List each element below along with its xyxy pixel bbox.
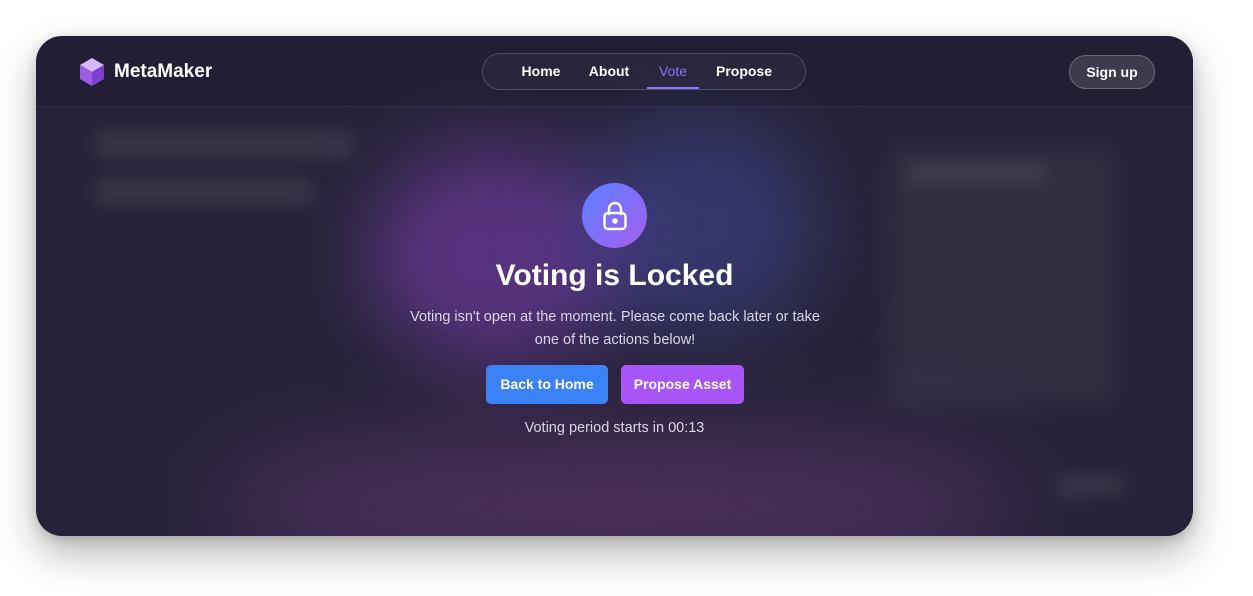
nav-item-about[interactable]: About xyxy=(579,54,639,89)
blurred-heading-line xyxy=(94,178,314,204)
cube-icon xyxy=(80,58,104,86)
locked-description: Voting isn't open at the moment. Please … xyxy=(410,309,820,348)
brand-name: MetaMaker xyxy=(114,61,213,82)
app-window: MetaMaker Home About Vote Propose Sign u… xyxy=(36,36,1193,536)
blurred-heading-line xyxy=(94,132,354,158)
brand-logo[interactable]: MetaMaker xyxy=(79,57,212,87)
voting-countdown: Voting period starts in 00:13 xyxy=(524,420,705,436)
nav-menu: Home About Vote Propose xyxy=(482,53,806,90)
nav-item-vote[interactable]: Vote xyxy=(647,54,699,89)
blurred-button xyxy=(1056,476,1126,496)
propose-asset-button[interactable]: Propose Asset xyxy=(621,365,744,404)
signup-button[interactable]: Sign up xyxy=(1069,55,1155,89)
locked-title: Voting is Locked xyxy=(495,259,734,292)
nav-item-home[interactable]: Home xyxy=(511,54,571,89)
nav-item-propose[interactable]: Propose xyxy=(709,54,779,89)
blurred-card-title xyxy=(906,164,1046,182)
background-glow-pink xyxy=(206,436,1026,536)
lock-icon xyxy=(602,201,627,230)
back-to-home-button[interactable]: Back to Home xyxy=(486,365,608,404)
top-navbar: MetaMaker Home About Vote Propose Sign u… xyxy=(36,36,1193,107)
lock-badge xyxy=(582,183,647,248)
